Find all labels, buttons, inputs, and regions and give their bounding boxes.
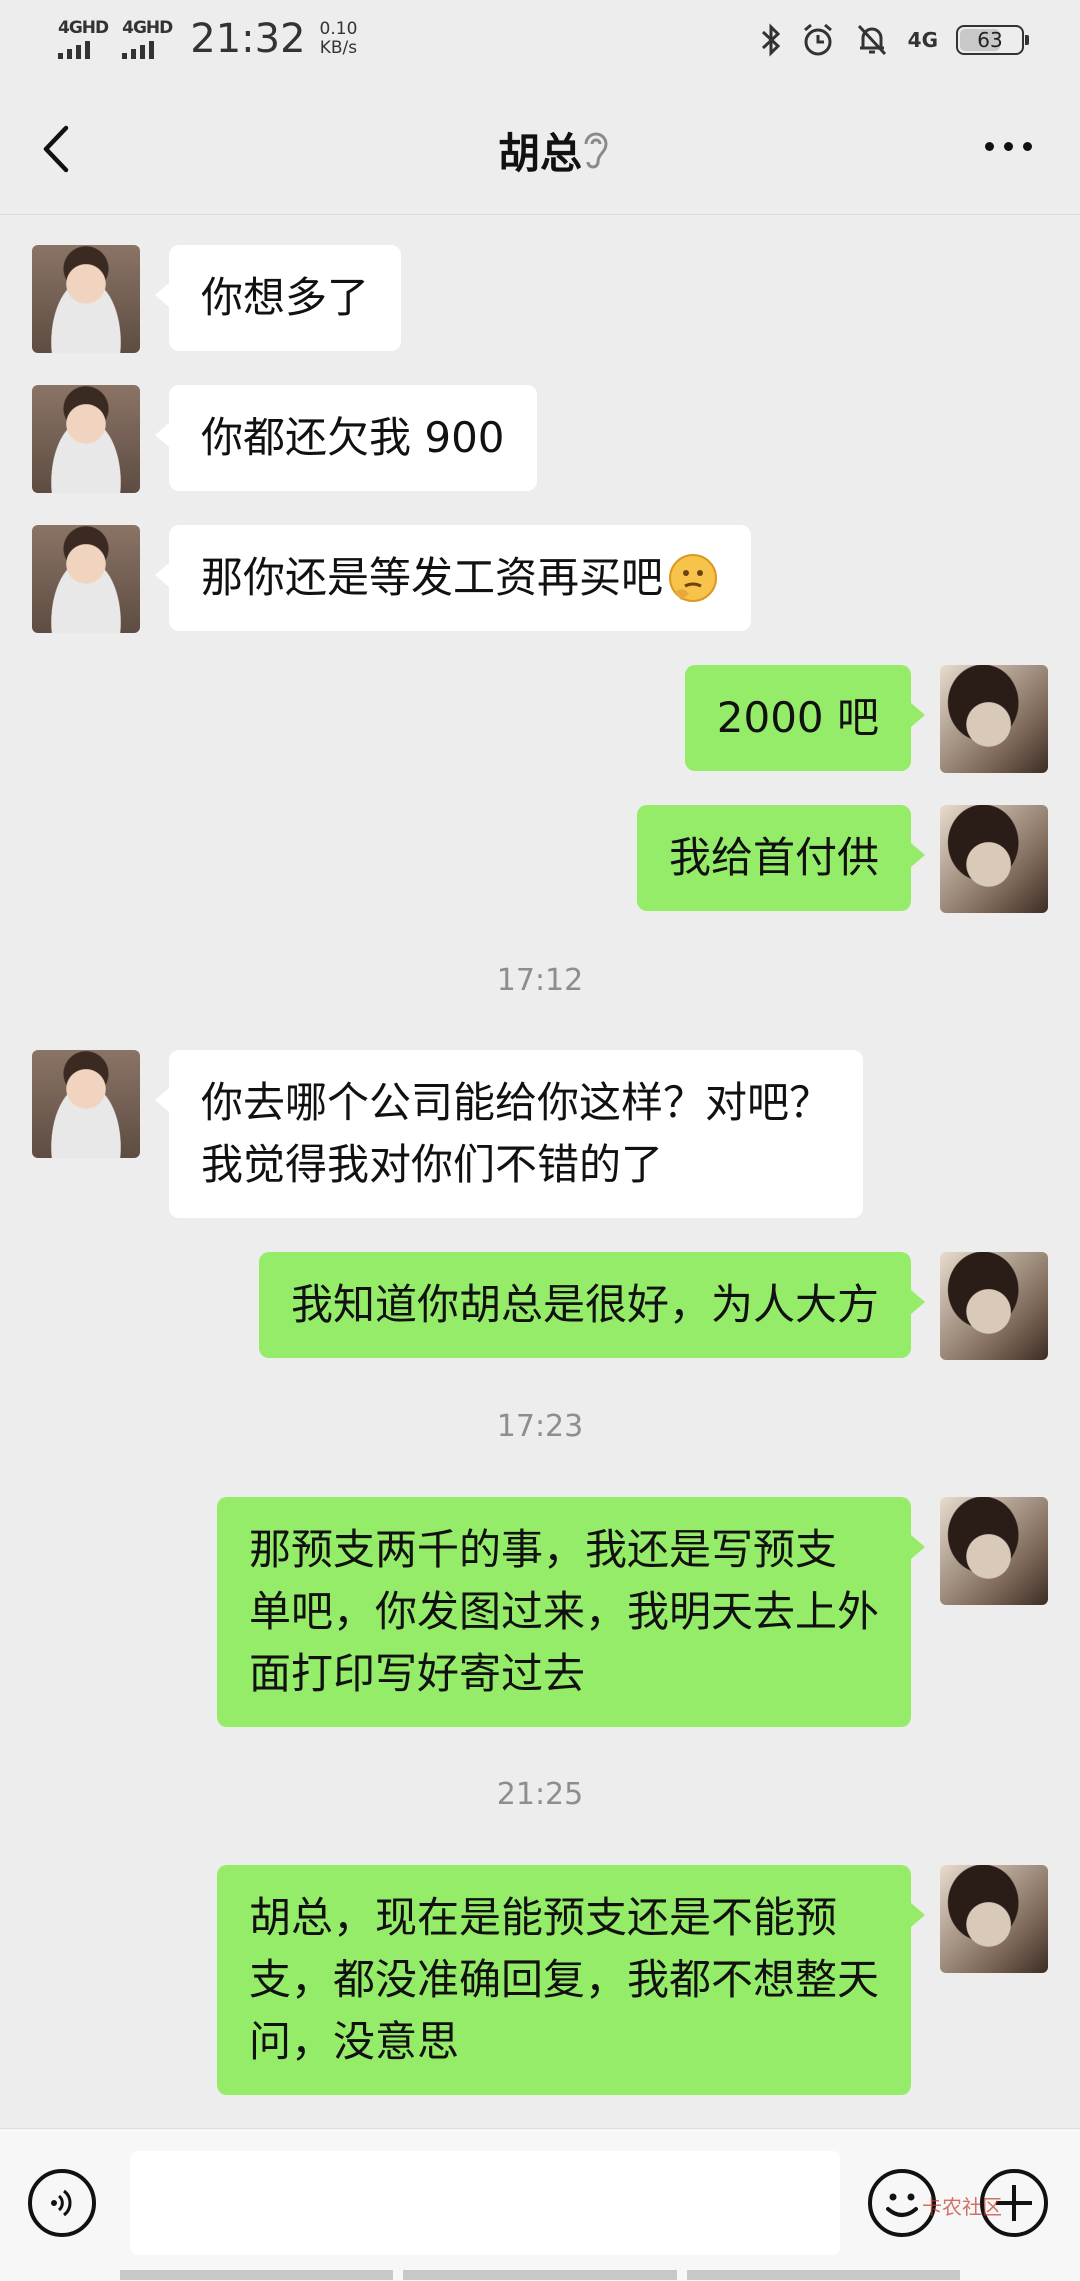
outgoing-message[interactable]: 我给首付供 [636, 805, 926, 911]
contact-avatar[interactable] [32, 245, 140, 353]
contact-avatar[interactable] [32, 1050, 140, 1158]
network-speed-value: 0.10 [319, 19, 358, 39]
timestamp: 17:23 [496, 1409, 584, 1444]
chat-header: 胡总 [0, 84, 1080, 215]
signal-indicator-2: 4GHD [122, 18, 173, 59]
outgoing-message[interactable]: 胡总，现在是能预支还是不能预 支，都没准确回复，我都不想整天 问，没意思 [216, 1865, 926, 2095]
voice-icon[interactable] [28, 2169, 96, 2237]
user-avatar[interactable] [940, 1865, 1048, 1973]
earpiece-icon [584, 132, 608, 169]
bluetooth-icon [761, 23, 780, 57]
user-avatar[interactable] [940, 1252, 1048, 1360]
signal-bars-icon [58, 39, 90, 59]
network-speed-unit: KB/s [319, 38, 358, 58]
contact-avatar[interactable] [32, 525, 140, 633]
battery-level: 63 [977, 28, 1003, 52]
thinking-face-emoji-icon [669, 553, 718, 602]
signal-label-2: 4GHD [122, 18, 173, 38]
user-avatar[interactable] [940, 805, 1048, 913]
incoming-message[interactable]: 你都还欠我 900 [155, 385, 537, 491]
incoming-message[interactable]: 那你还是等发工资再买吧 [154, 525, 752, 631]
outgoing-message[interactable]: 那预支两千的事，我还是写预支 单吧，你发图过来，我明天去上外 面打印写好寄过去 [216, 1497, 926, 1727]
mute-icon [857, 24, 886, 56]
timestamp: 21:25 [496, 1777, 584, 1812]
input-bar: 卡农社区 [0, 2128, 1080, 2281]
incoming-message[interactable]: 你去哪个公司能给你这样？对吧？ 我觉得我对你们不错的了 [154, 1050, 864, 1218]
battery-indicator: 63 [956, 25, 1029, 55]
user-avatar[interactable] [940, 665, 1048, 773]
status-time: 21:32 [190, 16, 306, 62]
contact-avatar[interactable] [32, 385, 140, 493]
signal-bars-icon [122, 39, 155, 59]
message-input[interactable] [130, 2151, 840, 2255]
signal-label-1: 4GHD [58, 18, 109, 38]
outgoing-message[interactable]: 我知道你胡总是很好，为人大方 [258, 1252, 926, 1358]
more-icon[interactable] [985, 142, 1032, 151]
incoming-message[interactable]: 你想多了 [154, 245, 402, 351]
user-avatar[interactable] [940, 1497, 1048, 1605]
network-speed: 0.10 KB/s [320, 20, 358, 58]
message-text: 那你还是等发工资再买吧 [201, 553, 664, 602]
timestamp: 17:12 [496, 963, 584, 998]
network-type: 4G [907, 28, 938, 52]
status-bar: 4GHD 4GHD 21:32 0.10 KB/s 4G 63 [0, 0, 1080, 84]
keyboard-strip [120, 2270, 960, 2280]
outgoing-message[interactable]: 2000 吧 [684, 665, 926, 771]
watermark-logo: 卡农社区 [922, 2195, 1002, 2219]
signal-indicator-1: 4GHD [58, 18, 109, 59]
alarm-icon [803, 23, 832, 56]
chat-title: 胡总 [497, 129, 582, 178]
